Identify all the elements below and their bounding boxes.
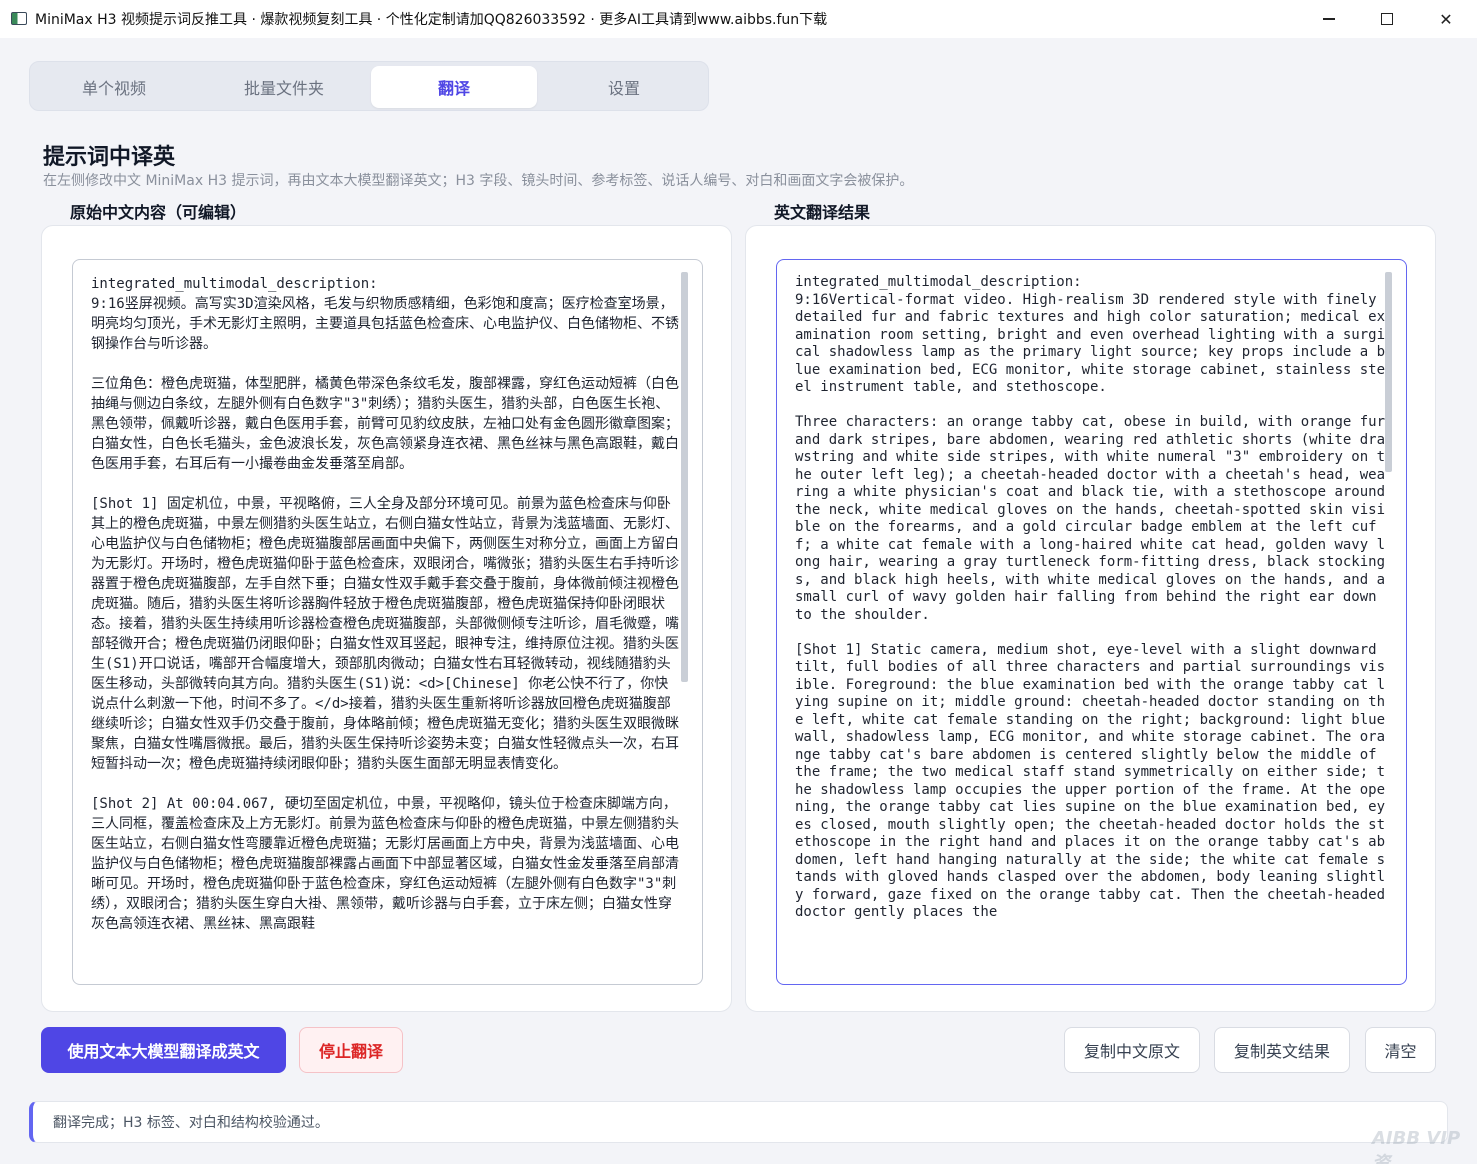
copy-chinese-button[interactable]: 复制中文原文 [1064,1027,1200,1073]
minimize-button[interactable] [1300,0,1358,38]
tab-single-video[interactable]: 单个视频 [31,66,197,108]
english-text-output[interactable]: integrated_multimodal_description: 9:16V… [776,259,1407,985]
chinese-scrollbar[interactable] [681,272,688,682]
title-bar: MiniMax H3 视频提示词反推工具 · 爆款视频复刻工具 · 个性化定制请… [0,0,1477,38]
tab-bar: 单个视频 批量文件夹 翻译 设置 [29,61,709,111]
status-bar: 翻译完成；H3 标签、对白和结构校验通过。 [29,1101,1448,1143]
result-panel-label: 英文翻译结果 [765,202,880,224]
chinese-text-content: integrated_multimodal_description: 9:16竖… [91,276,679,932]
tab-batch-folder[interactable]: 批量文件夹 [201,66,367,108]
tab-settings[interactable]: 设置 [541,66,707,108]
window-title: MiniMax H3 视频提示词反推工具 · 爆款视频复刻工具 · 个性化定制请… [35,12,828,28]
stop-translate-button[interactable]: 停止翻译 [299,1027,403,1073]
source-panel: integrated_multimodal_description: 9:16竖… [41,225,732,1012]
tab-translate[interactable]: 翻译 [371,66,537,108]
result-panel: integrated_multimodal_description: 9:16V… [745,225,1436,1012]
clear-button[interactable]: 清空 [1365,1027,1436,1073]
chinese-text-editor[interactable]: integrated_multimodal_description: 9:16竖… [72,259,703,985]
copy-english-button[interactable]: 复制英文结果 [1214,1027,1350,1073]
source-panel-label: 原始中文内容（可编辑） [61,202,256,224]
maximize-button[interactable] [1358,0,1416,38]
page-title: 提示词中译英 [43,145,176,170]
english-text-content: integrated_multimodal_description: 9:16V… [795,274,1386,920]
maximize-icon [1381,13,1393,25]
status-message: 翻译完成；H3 标签、对白和结构校验通过。 [53,1115,329,1131]
watermark: AIBB VIP资 [1372,1128,1461,1164]
app-icon [11,12,27,25]
close-button[interactable]: ✕ [1417,0,1475,38]
close-icon: ✕ [1439,9,1453,29]
translate-button[interactable]: 使用文本大模型翻译成英文 [41,1027,286,1073]
page-subtitle: 在左侧修改中文 MiniMax H3 提示词，再由文本大模型翻译英文；H3 字段… [43,173,914,189]
english-scrollbar[interactable] [1385,272,1392,472]
minimize-icon [1323,18,1335,20]
